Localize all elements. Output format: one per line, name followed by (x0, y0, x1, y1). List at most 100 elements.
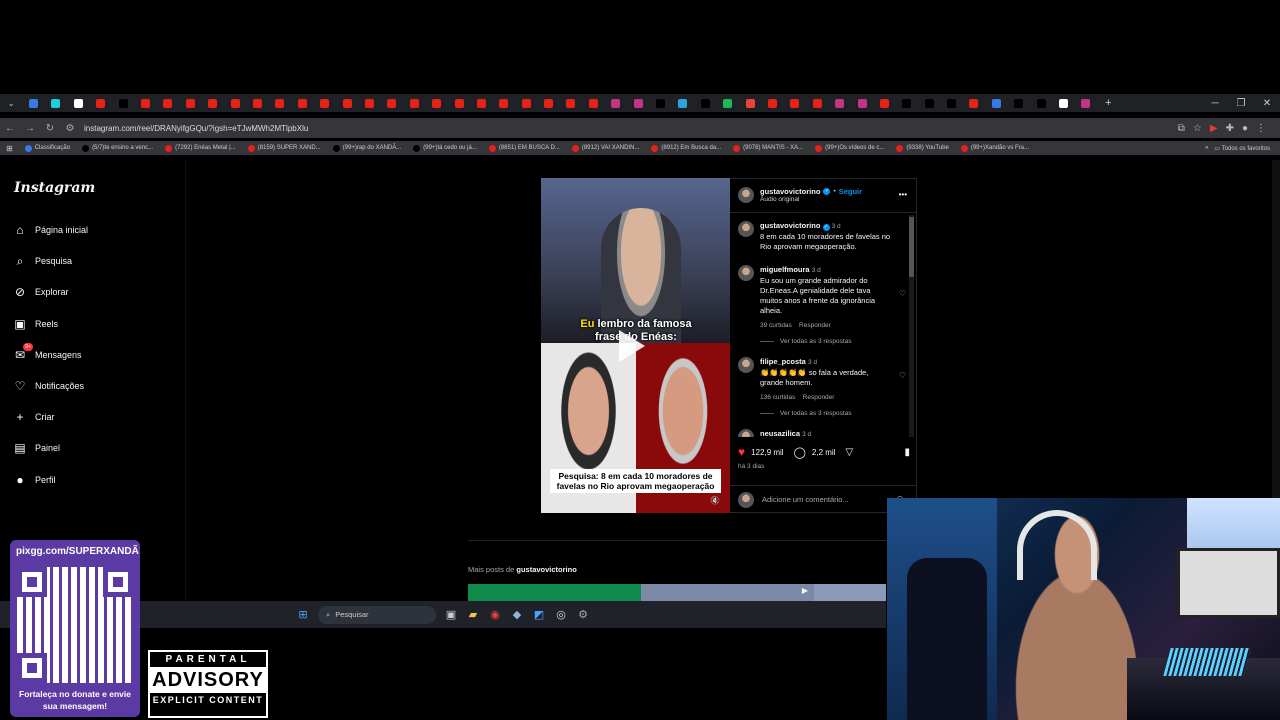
more-options-icon[interactable]: ••• (899, 190, 907, 199)
sidebar-item-search[interactable]: ⌕ Pesquisa (13, 254, 72, 268)
sidebar-item-messenger[interactable]: ✉ 9+ Mensagens (13, 342, 82, 362)
browser-tab[interactable] (291, 94, 313, 112)
file-explorer-icon[interactable]: ▰ (466, 608, 480, 622)
comments-scrollbar[interactable] (909, 215, 914, 437)
instagram-logo[interactable]: Instagram (14, 180, 95, 196)
browser-tab[interactable] (90, 94, 112, 112)
browser-tab[interactable] (1030, 94, 1052, 112)
browser-tab[interactable] (896, 94, 918, 112)
site-info-icon[interactable]: ⚙ (60, 123, 80, 134)
bookmark-item[interactable]: (8912) Em Busca da... (645, 144, 727, 152)
post-thumbnail[interactable] (814, 584, 886, 602)
steam-icon[interactable]: ◆ (510, 608, 524, 622)
browser-tab[interactable] (963, 94, 985, 112)
browser-tab[interactable] (1052, 94, 1074, 112)
browser-tab[interactable] (448, 94, 470, 112)
browser-tab[interactable] (134, 94, 156, 112)
comment-avatar[interactable] (738, 429, 754, 437)
bookmark-item[interactable]: (99+)rap do XANDÃ... (327, 144, 408, 152)
browser-tab[interactable] (761, 94, 783, 112)
view-replies-button[interactable]: Ver todas as 3 respostas (760, 338, 852, 345)
browser-tab[interactable] (828, 94, 850, 112)
browser-tab[interactable] (470, 94, 492, 112)
browser-tab[interactable] (985, 94, 1007, 112)
author-name[interactable]: gustavovictorino (760, 187, 820, 196)
sidebar-item-avatar[interactable]: ● Perfil (13, 473, 55, 487)
url-field[interactable]: instagram.com/reel/DRANyifgGQu/?igsh=eTJ… (84, 124, 308, 133)
browser-tab[interactable] (515, 94, 537, 112)
comment-like-icon[interactable]: ♡ (899, 371, 906, 380)
view-replies-button[interactable]: Ver todas as 3 respostas (760, 410, 852, 417)
browser-tab[interactable] (67, 94, 89, 112)
forward-icon[interactable]: → (20, 123, 40, 134)
post-thumbnail[interactable] (468, 584, 641, 602)
sidebar-item-home[interactable]: ⌂ Página inicial (13, 223, 88, 237)
app-icon[interactable]: ◩ (532, 608, 546, 622)
browser-tab[interactable] (806, 94, 828, 112)
browser-tab[interactable] (851, 94, 873, 112)
browser-tab[interactable] (627, 94, 649, 112)
comment-avatar[interactable] (738, 265, 754, 281)
browser-tab[interactable] (784, 94, 806, 112)
browser-tab[interactable] (22, 94, 44, 112)
bookmark-item[interactable]: Classificação (19, 144, 76, 152)
sidebar-item-reels[interactable]: ▣ Reels (13, 317, 58, 331)
comment-user[interactable]: miguelfmoura (760, 265, 810, 274)
bookmark-item[interactable]: (99+)tá cedo ou já... (407, 144, 483, 152)
browser-tab[interactable] (224, 94, 246, 112)
task-view-icon[interactable]: ▣ (444, 608, 458, 622)
caption-author[interactable]: gustavovictorino (760, 221, 820, 230)
apps-grid-icon[interactable]: ⊞ (0, 144, 19, 153)
browser-tab[interactable] (537, 94, 559, 112)
bookmark-item[interactable]: (9338) YouTube (890, 144, 954, 152)
add-comment-input[interactable]: Adicione um comentário... (762, 495, 849, 504)
browser-tab[interactable] (739, 94, 761, 112)
browser-tab[interactable] (157, 94, 179, 112)
browser-tab[interactable] (246, 94, 268, 112)
browser-tab[interactable] (582, 94, 604, 112)
save-bookmark-icon[interactable]: ▮ (904, 447, 910, 458)
browser-tab[interactable] (179, 94, 201, 112)
chrome-icon[interactable]: ◉ (488, 608, 502, 622)
bookmark-item[interactable]: (5/7)te ensino a venc... (76, 144, 159, 152)
bookmark-item[interactable]: (99+)Os vídeos de c... (809, 144, 890, 152)
browser-tab[interactable] (269, 94, 291, 112)
taskbar-search[interactable]: ⌕ Pesquisar (318, 605, 436, 624)
browser-tab[interactable] (493, 94, 515, 112)
profile-avatar[interactable]: ● (1242, 123, 1248, 134)
author-avatar[interactable] (738, 187, 754, 203)
post-thumbnail[interactable]: ▶ (641, 584, 814, 602)
play-icon[interactable] (619, 330, 645, 362)
bookmark-item[interactable]: (7292) Enéas Metal |... (159, 144, 242, 152)
bookmark-item[interactable]: (8912) VAI XANDIN... (566, 144, 646, 152)
sidebar-item-compass[interactable]: ⊘ Explorar (13, 285, 69, 299)
new-tab-icon[interactable]: + (1097, 94, 1119, 112)
browser-tab[interactable] (425, 94, 447, 112)
extension-red-icon[interactable]: ▶ (1210, 123, 1218, 134)
bookmarks-folder[interactable]: ▭ Todos os favoritos (1214, 145, 1270, 152)
restore-icon[interactable]: ❐ (1228, 94, 1254, 112)
reply-button[interactable]: Responder (803, 394, 835, 401)
sidebar-item-heart[interactable]: ♡ Notificações (13, 379, 84, 393)
browser-tab[interactable] (940, 94, 962, 112)
browser-tab[interactable] (694, 94, 716, 112)
browser-tab[interactable] (313, 94, 335, 112)
like-count[interactable]: 122,9 mil (751, 448, 783, 457)
reply-button[interactable]: Responder (799, 322, 831, 329)
browser-tab[interactable] (873, 94, 895, 112)
bookmark-star-icon[interactable]: ☆ (1193, 123, 1202, 134)
tab-list-button[interactable]: ⌄ (0, 94, 22, 112)
browser-tab[interactable] (1008, 94, 1030, 112)
browser-tab[interactable] (649, 94, 671, 112)
caption-avatar[interactable] (738, 221, 754, 237)
bookmark-item[interactable]: (99+)Xandão vs Fra... (955, 144, 1035, 152)
reload-icon[interactable]: ↻ (40, 123, 60, 134)
more-bookmarks-icon[interactable]: » (1205, 145, 1208, 151)
browser-tab[interactable] (403, 94, 425, 112)
browser-tab[interactable] (717, 94, 739, 112)
comment-avatar[interactable] (738, 357, 754, 373)
windows-start-icon[interactable]: ⊞ (296, 608, 310, 622)
mute-icon[interactable]: 🔇 (710, 496, 720, 505)
browser-tab[interactable] (381, 94, 403, 112)
follow-button[interactable]: Seguir (839, 187, 862, 196)
